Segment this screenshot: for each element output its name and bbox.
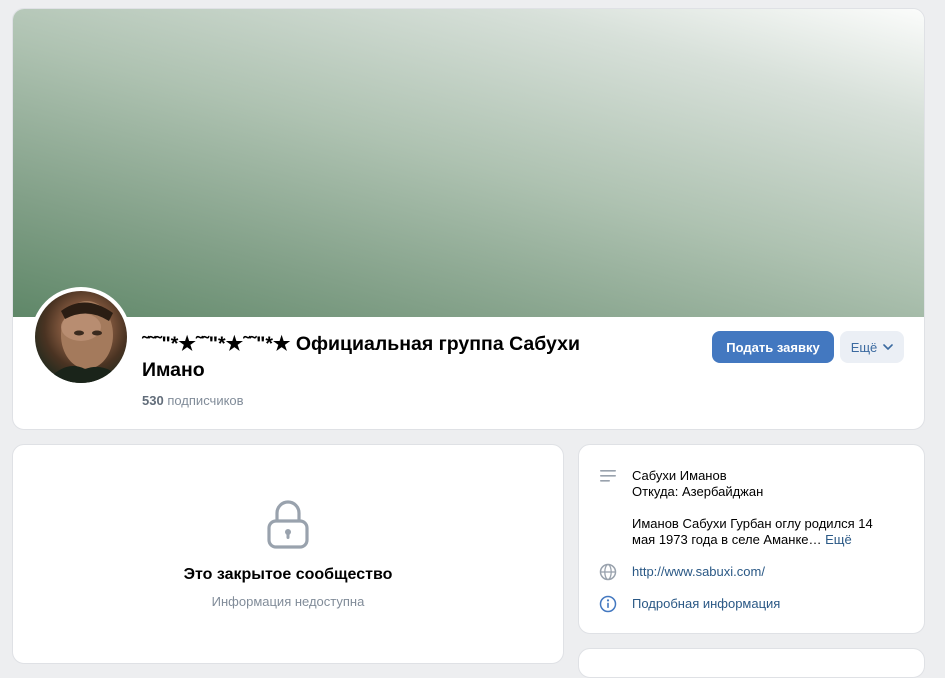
info-name: Сабухи Иманов: [632, 468, 727, 483]
more-button[interactable]: Ещё: [840, 331, 904, 363]
closed-title: Это закрытое сообщество: [183, 566, 393, 583]
lock-icon: [267, 500, 309, 549]
group-header-card: ˜˜˜"*★˜˜"*★˜˜"*★ Официальная группа Сабу…: [12, 8, 925, 430]
info-from: Откуда: Азербайджан: [632, 484, 764, 499]
closed-subtitle: Информация недоступна: [211, 594, 365, 609]
avatar-photo: [35, 291, 127, 383]
details-link[interactable]: Подробная информация: [632, 596, 780, 612]
group-title: ˜˜˜"*★˜˜"*★˜˜"*★ Официальная группа Сабу…: [142, 333, 580, 381]
closed-community-card: Это закрытое сообщество Информация недос…: [12, 444, 564, 664]
info-icon: [599, 595, 617, 613]
apply-button-label: Подать заявку: [726, 339, 820, 355]
bio-more-link[interactable]: Ещё: [825, 532, 852, 547]
cover-image: [13, 9, 924, 317]
lines-icon: [600, 470, 616, 482]
info-bio: Иманов Сабухи Гурбан оглу родился 14 мая…: [632, 516, 894, 548]
more-button-label: Ещё: [850, 339, 878, 355]
subscribers-label: подписчиков: [167, 393, 244, 408]
subscribers-count[interactable]: 530 подписчиков: [142, 393, 244, 408]
chevron-down-icon: [883, 344, 894, 350]
apply-button[interactable]: Подать заявку: [712, 331, 834, 363]
subscribers-number: 530: [142, 393, 164, 408]
avatar-illustration: [45, 301, 125, 383]
globe-icon: [599, 563, 617, 581]
info-card: Сабухи Иманов Откуда: Азербайджан Иманов…: [578, 444, 925, 634]
website-link[interactable]: http://www.sabuxi.com/: [632, 564, 765, 580]
avatar[interactable]: [31, 287, 131, 387]
